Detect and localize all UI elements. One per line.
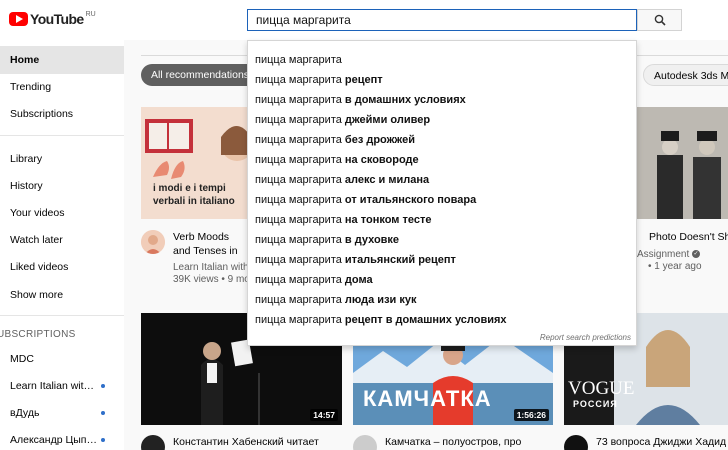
sidebar-item-your-videos[interactable]: Your videos xyxy=(0,199,124,227)
suggestion-query: пицца маргарита xyxy=(255,294,342,306)
suggestion-item[interactable]: пицца маргарита на сковороде xyxy=(248,150,636,170)
new-content-dot xyxy=(101,384,105,388)
suggestion-item[interactable]: пицца маргарита дома xyxy=(248,270,636,290)
video-duration: 14:57 xyxy=(310,409,338,421)
suggestion-query: пицца маргарита xyxy=(255,214,342,226)
suggestion-query: пицца маргарита xyxy=(255,314,342,326)
search-suggestions: пицца маргарита пицца маргарита рецепт п… xyxy=(247,40,637,346)
video-duration: 1:56:26 xyxy=(513,409,549,421)
sidebar-item-trending[interactable]: Trending xyxy=(0,73,124,101)
new-content-dot xyxy=(101,411,105,415)
channel-name: Assignment xyxy=(637,249,690,260)
sidebar-item-watch-later[interactable]: Watch later xyxy=(0,226,124,254)
suggestion-item[interactable]: пицца маргарита в домашних условиях xyxy=(248,90,636,110)
chip-all-recommendations[interactable]: All recommendations xyxy=(141,64,260,86)
suggestion-query: пицца маргарита xyxy=(255,234,342,246)
thumbnail-text: i modi e i tempi xyxy=(153,183,226,194)
thumbnail-text: VOGUE xyxy=(568,378,635,399)
suggestion-query: пицца маргарита xyxy=(255,74,342,86)
video-title[interactable]: 73 вопроса Джиджи Хадид xyxy=(596,435,728,449)
suggestion-item[interactable]: пицца маргарита на тонком тесте xyxy=(248,210,636,230)
new-content-dot xyxy=(101,438,105,442)
suggestion-query: пицца маргарита xyxy=(255,274,342,286)
suggestion-item[interactable]: пицца маргарита рецепт xyxy=(248,70,636,90)
masthead: YouTube RU xyxy=(0,0,728,40)
subscription-label: Learn Italian with Lucrezia xyxy=(10,380,98,392)
channel-avatar[interactable] xyxy=(141,230,165,254)
suggestion-item[interactable]: пицца маргарита алекс и милана xyxy=(248,170,636,190)
suggestion-completion: рецепт xyxy=(341,74,383,86)
youtube-logo[interactable]: YouTube RU xyxy=(9,10,96,28)
subscription-tsypkin[interactable]: Александр Цыпкин xyxy=(0,427,124,450)
logo-region: RU xyxy=(85,11,96,18)
suggestion-query: пицца маргарита xyxy=(255,154,342,166)
thumbnail-image xyxy=(637,107,728,219)
suggestion-completion: алекс и милана xyxy=(341,174,430,186)
search-icon xyxy=(654,14,666,26)
search-button[interactable] xyxy=(637,9,682,31)
suggestion-completion: люда изи кук xyxy=(341,294,417,306)
suggestion-item[interactable]: пицца маргарита джейми оливер xyxy=(248,110,636,130)
logo-text: YouTube xyxy=(30,11,84,27)
video-stats: • 1 year ago xyxy=(648,261,702,272)
suggestion-query: пицца маргарита xyxy=(255,134,342,146)
subscription-label: вДудь xyxy=(10,407,40,419)
suggestion-item[interactable]: пицца маргарита без дрожжей xyxy=(248,130,636,150)
suggestion-item[interactable]: пицца маргарита итальянский рецепт xyxy=(248,250,636,270)
suggestion-completion: на тонком тесте xyxy=(341,214,432,226)
suggestion-query: пицца маргарита xyxy=(255,94,342,106)
sidebar-item-history[interactable]: History xyxy=(0,172,124,200)
suggestion-completion: на сковороде xyxy=(341,154,419,166)
suggestion-query: пицца маргарита xyxy=(255,54,342,66)
sidebar-item-subscriptions[interactable]: Subscriptions xyxy=(0,100,124,128)
suggestion-item[interactable]: пицца маргарита от итальянского повара xyxy=(248,190,636,210)
avatar-image xyxy=(141,230,165,254)
chip-autodesk[interactable]: Autodesk 3ds Max xyxy=(643,64,728,86)
report-search-predictions-link[interactable]: Report search predictions xyxy=(540,333,631,342)
video-title[interactable]: Verb Moods and Tenses in Italian: langua… xyxy=(173,230,247,258)
suggestion-item[interactable]: пицца маргарита xyxy=(248,50,636,70)
sidebar-item-home[interactable]: Home xyxy=(0,46,124,74)
search-input[interactable] xyxy=(248,10,636,30)
subscription-vdud[interactable]: вДудь xyxy=(0,400,124,426)
video-title[interactable]: Константин Хабенский читает xyxy=(173,435,343,449)
thumbnail-text: КАМЧАТКА xyxy=(363,386,492,411)
sidebar-item-library[interactable]: Library xyxy=(0,145,124,173)
suggestion-query: пицца маргарита xyxy=(255,254,342,266)
suggestion-completion: в домашних условиях xyxy=(341,94,466,106)
video-title[interactable]: Photo Doesn't Show xyxy=(649,230,728,244)
sidebar-item-liked-videos[interactable]: Liked videos xyxy=(0,253,124,281)
subscription-mdc[interactable]: MDC xyxy=(0,346,124,372)
suggestion-completion: без дрожжей xyxy=(341,134,415,146)
suggestion-completion: джейми оливер xyxy=(341,114,431,126)
video-stats: 39K views • 9 months ago xyxy=(173,274,247,285)
thumbnail-text: verbali in italiano xyxy=(153,196,235,207)
youtube-play-icon xyxy=(9,12,28,26)
search-box[interactable] xyxy=(247,9,637,31)
suggestion-query: пицца маргарита xyxy=(255,194,342,206)
verified-icon: ✓ xyxy=(692,250,701,259)
subscription-label: MDC xyxy=(10,353,34,365)
subscription-learn-italian[interactable]: Learn Italian with Lucrezia xyxy=(0,373,124,399)
suggestion-item[interactable]: пицца маргарита в духовке xyxy=(248,230,636,250)
suggestion-completion: в духовке xyxy=(341,234,400,246)
sidebar: Home Trending Subscriptions Library Hist… xyxy=(0,40,124,450)
sidebar-item-show-more[interactable]: Show more xyxy=(0,281,124,309)
video-thumbnail[interactable] xyxy=(637,107,728,219)
suggestion-completion: рецепт в домашних условиях xyxy=(341,314,507,326)
sidebar-divider xyxy=(0,135,124,136)
subscriptions-heading: SUBSCRIPTIONS xyxy=(0,329,76,340)
suggestion-item[interactable]: пицца маргарита люда изи кук xyxy=(248,290,636,310)
video-title[interactable]: Камчатка – полуостров, про xyxy=(385,435,553,449)
suggestion-query: пицца маргарита xyxy=(255,174,342,186)
suggestion-completion: итальянский рецепт xyxy=(341,254,456,266)
subscription-label: Александр Цыпкин xyxy=(10,434,98,446)
suggestion-completion: дома xyxy=(341,274,373,286)
video-thumbnail[interactable]: i modi e i tempi verbali in italiano xyxy=(141,107,247,219)
sidebar-divider xyxy=(0,315,124,316)
suggestion-completion: от итальянского повара xyxy=(341,194,477,206)
suggestion-item[interactable]: пицца маргарита рецепт в домашних услови… xyxy=(248,310,636,330)
suggestion-query: пицца маргарита xyxy=(255,114,342,126)
thumbnail-text: РОССИЯ xyxy=(573,399,618,409)
